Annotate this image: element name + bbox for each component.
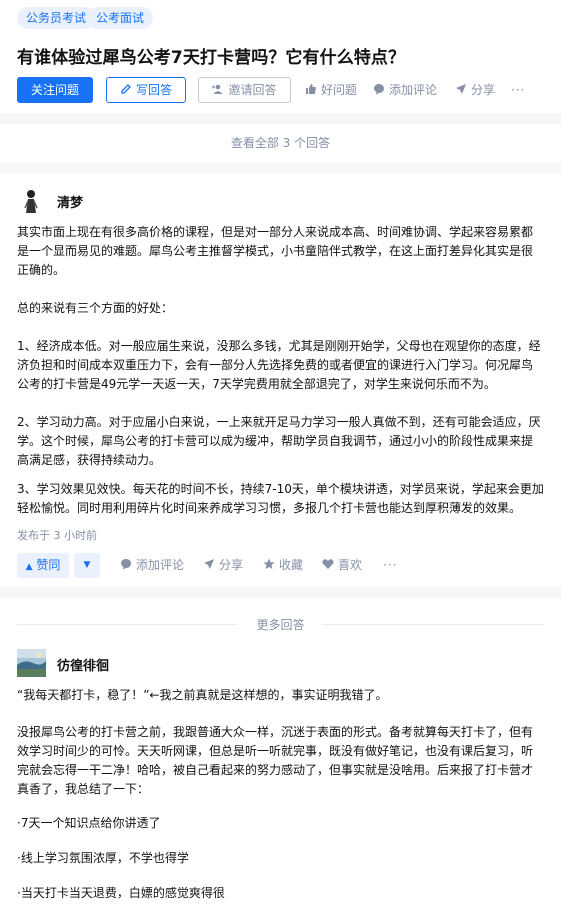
author-name[interactable]: 清梦	[57, 192, 83, 211]
follow-question-button[interactable]: 关注问题	[17, 77, 93, 103]
add-comment-label: 添加评论	[389, 83, 438, 97]
upvote-label: 赞同	[36, 558, 61, 572]
answer-paragraph: ·线上学习氛围浓厚，不学也得学	[17, 851, 189, 865]
answer-paragraph: “我每天都打卡，稳了！”←我之前真就是这样想的，事实证明我错了。	[17, 688, 388, 702]
answer-paragraph: 总的来说有三个方面的好处：	[17, 301, 174, 315]
answer-card: 更多回答 彷徨徘徊 “我每天都打卡，稳了！”←我之前真就是这样想的，事实证明我错…	[0, 598, 561, 915]
answer-card: 清梦 其实市面上现在有很多高价格的课程，但是对一部分人来说成本高、时间难协调、学…	[0, 173, 561, 587]
divider-line	[322, 624, 544, 625]
thumbs-up-icon	[306, 84, 316, 94]
collect-label: 收藏	[279, 558, 304, 572]
share-label: 分享	[471, 83, 496, 97]
avatar[interactable]	[17, 186, 45, 214]
add-comment-button[interactable]: 添加评论	[373, 77, 437, 103]
comment-icon	[374, 84, 384, 95]
heart-icon	[322, 559, 334, 569]
answer-paragraph: 其实市面上现在有很多高价格的课程，但是对一部分人来说成本高、时间难协调、学起来容…	[17, 225, 534, 277]
answer-paragraph: ·7天一个知识点给你讲透了	[17, 816, 161, 830]
share-button[interactable]: 分享	[455, 77, 495, 103]
answer-paragraph: 没报犀鸟公考的打卡营之前，我跟普通大众一样，沉迷于表面的形式。备考就算每天打卡了…	[17, 725, 534, 796]
upvote-button[interactable]: ▲ 赞同	[17, 553, 69, 578]
triangle-down-icon: ▼	[83, 560, 91, 570]
share-icon	[204, 559, 214, 569]
write-answer-label: 写回答	[135, 83, 172, 97]
view-all-answers-link[interactable]: 查看全部 3 个回答	[0, 124, 561, 163]
author-name[interactable]: 彷徨徘徊	[57, 655, 109, 674]
share-button[interactable]: 分享	[203, 553, 243, 578]
add-comment-label: 添加评论	[136, 558, 185, 572]
topic-tag[interactable]: 公务员考试	[17, 7, 96, 29]
comment-icon	[121, 559, 131, 570]
publish-time[interactable]: 发布于 3 小时前	[17, 527, 97, 543]
pencil-icon	[121, 84, 131, 94]
answer-paragraph: 3、学习效果见效快。每天花的时间不长，持续7-10天，单个模块讲透，对学员来说，…	[17, 482, 544, 515]
add-comment-button[interactable]: 添加评论	[120, 553, 184, 578]
question-header: 公务员考试 公考面试 有谁体验过犀鸟公考7天打卡营吗？它有什么特点？ 关注问题 …	[0, 0, 561, 113]
share-label: 分享	[219, 558, 244, 572]
answer-paragraph: 1、经济成本低。对一般应届生来说，没那么多钱，尤其是刚刚开始学，父母也在观望你的…	[17, 339, 541, 391]
question-title[interactable]: 有谁体验过犀鸟公考7天打卡营吗？它有什么特点？	[17, 43, 405, 68]
star-icon	[263, 558, 275, 569]
topic-tag[interactable]: 公考面试	[87, 7, 154, 29]
downvote-button[interactable]: ▼	[74, 553, 100, 578]
more-options-button[interactable]: ···	[383, 553, 397, 578]
good-question-button[interactable]: 好问题	[305, 77, 357, 103]
collect-button[interactable]: 收藏	[263, 553, 303, 578]
add-user-icon	[212, 84, 223, 94]
more-options-button[interactable]: ···	[511, 77, 525, 103]
answer-paragraph: ·当天打卡当天退费，白嫖的感觉爽得很	[17, 886, 225, 900]
share-icon	[456, 84, 466, 94]
answer-paragraph: 2、学习动力高。对于应届小白来说，一上来就开足马力学习一般人真做不到，还有可能会…	[17, 415, 541, 467]
like-label: 喜欢	[338, 558, 363, 572]
like-button[interactable]: 喜欢	[322, 553, 362, 578]
write-answer-button[interactable]: 写回答	[106, 77, 186, 103]
good-question-label: 好问题	[321, 83, 358, 97]
invite-answer-label: 邀请回答	[228, 83, 277, 97]
triangle-up-icon: ▲	[25, 562, 33, 572]
invite-answer-button[interactable]: 邀请回答	[198, 77, 291, 103]
avatar[interactable]	[17, 649, 46, 677]
